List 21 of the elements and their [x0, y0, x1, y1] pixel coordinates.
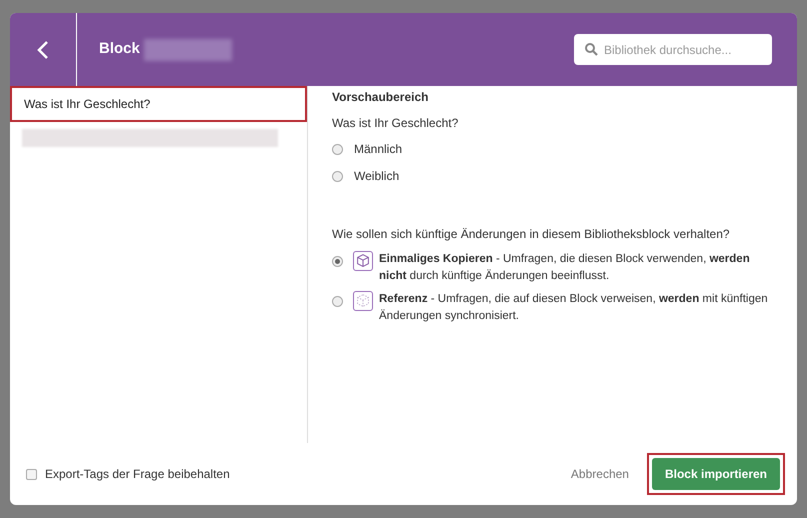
dialog-title: Block [99, 39, 140, 60]
option-label: Männlich [354, 141, 402, 158]
preview-heading: Vorschaubereich [332, 89, 430, 106]
back-icon [37, 40, 49, 60]
dotted-cube-icon [353, 291, 373, 311]
behavior-prompt: Wie sollen sich künftige Änderungen in diesem Bibliotheksblock verhalten? [332, 226, 731, 243]
option-description: Einmaliges Kopieren - Umfragen, die diesen Block verwenden, werden nicht durch künftige Änderungen beeinflusst. [379, 252, 751, 284]
radio-button[interactable] [332, 170, 343, 182]
cube-icon [353, 251, 373, 271]
import-block-button[interactable]: Block importieren [652, 458, 780, 490]
radio-button[interactable] [332, 296, 343, 307]
export-tags-checkbox[interactable]: Export-Tags der Frage beibehalten [26, 465, 230, 483]
question-text: Was ist Ihr Geschlecht? [332, 115, 460, 132]
option-label: Weiblich [354, 168, 400, 185]
radio-button[interactable] [332, 144, 343, 154]
radio-button[interactable] [332, 256, 343, 267]
cancel-button[interactable]: Abbrechen [570, 465, 629, 483]
search-icon [585, 43, 598, 56]
question-list-item[interactable]: Was ist Ihr Geschlecht? [10, 86, 307, 122]
search-field[interactable]: Bibliothek durchsuche... [574, 34, 772, 65]
option-description: Referenz - Umfragen, die auf diesen Block verweisen, werden mit künftigen Änderungen synchronisiert. [379, 292, 769, 324]
